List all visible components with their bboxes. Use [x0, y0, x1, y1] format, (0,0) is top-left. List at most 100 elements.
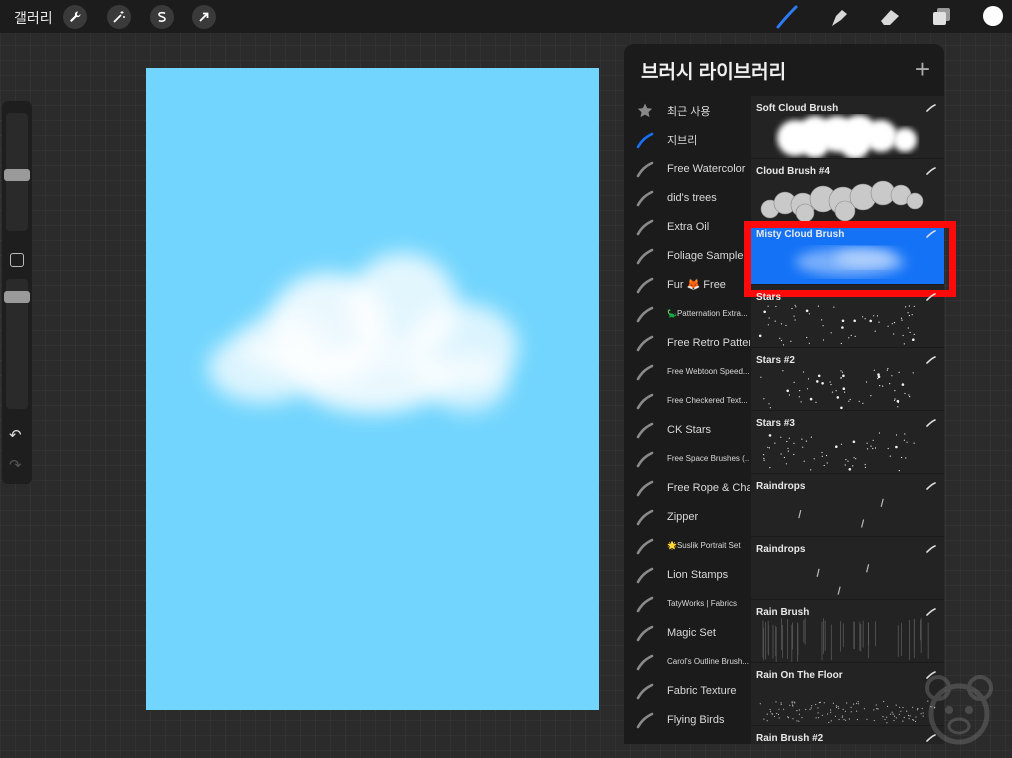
drawing-canvas[interactable]	[146, 68, 599, 710]
brush-stroke-icon	[636, 132, 654, 148]
brush-name: Rain On The Floor	[756, 670, 843, 681]
brush-stroke-icon	[636, 306, 654, 322]
brush-set-item[interactable]: did's trees	[624, 183, 750, 212]
brush-stroke-preview	[763, 432, 915, 472]
brush-item[interactable]: Rain Brush #2	[751, 726, 944, 744]
brush-set-item[interactable]: Magic Set	[624, 618, 750, 647]
brush-set-item[interactable]: Fur 🦊 Free	[624, 270, 750, 299]
brush-item-selected[interactable]: Misty Cloud Brush	[751, 222, 944, 285]
gallery-button[interactable]: 갤러리	[14, 8, 53, 28]
brush-stroke-icon	[926, 104, 936, 112]
opacity-handle[interactable]	[4, 291, 30, 303]
brush-item[interactable]: Rain Brush	[751, 600, 944, 663]
brush-name: Soft Cloud Brush	[756, 103, 839, 114]
brush-set-item[interactable]: Zipper	[624, 502, 750, 531]
brush-set-label: 🦕Patternation Extra...	[667, 309, 748, 318]
eraser-icon	[881, 10, 899, 25]
brush-set-label: Free Retro Pattern	[667, 336, 750, 349]
layers-button[interactable]	[929, 4, 955, 30]
brush-set-label: TatyWorks | Fabrics	[667, 599, 737, 608]
brush-set-label: CK Stars	[667, 423, 712, 436]
smudge-tool-button[interactable]	[826, 4, 852, 30]
brush-set-item[interactable]: Carol's Outline Brush...	[624, 647, 750, 676]
modify-button[interactable]	[10, 253, 24, 267]
brush-name: Cloud Brush #4	[756, 166, 830, 177]
brush-stroke-icon	[636, 567, 654, 583]
brush-set-item[interactable]: 🦕Patternation Extra...	[624, 299, 750, 328]
brush-set-item[interactable]: Foliage Sample	[624, 241, 750, 270]
brush-stroke-icon	[636, 364, 654, 380]
brush-name: Stars	[756, 292, 782, 303]
brush-stroke-preview	[760, 180, 924, 221]
brush-set-label: Fur 🦊 Free	[667, 279, 726, 291]
brush-stroke-icon	[636, 538, 654, 554]
brush-item[interactable]: Raindrops	[751, 537, 944, 600]
brush-stroke-icon	[636, 625, 654, 641]
brush-stroke-icon	[926, 482, 936, 490]
brush-item[interactable]: Cloud Brush #4	[751, 159, 944, 222]
brush-set-item[interactable]: Flying Birds	[624, 705, 750, 734]
brush-set-label: Free Space Brushes (...	[667, 454, 750, 463]
brush-stroke-icon	[636, 248, 654, 264]
brush-item[interactable]: Raindrops	[751, 474, 944, 537]
panel-title: 브러시 라이브러리	[641, 62, 787, 83]
brush-stroke-icon	[636, 190, 654, 206]
brush-set-label: Extra Oil	[667, 220, 710, 233]
brush-set-item[interactable]: 🌟Suslik Portrait Set	[624, 531, 750, 560]
brush-item[interactable]: Stars #2	[751, 348, 944, 411]
brush-tool-button[interactable]	[774, 4, 800, 30]
brush-set-item[interactable]: Fabric Texture	[624, 676, 750, 705]
brush-stroke-preview	[816, 564, 870, 595]
brush-item[interactable]: Soft Cloud Brush	[751, 96, 944, 159]
brush-stroke-icon	[636, 683, 654, 699]
wrench-icon	[70, 11, 81, 22]
brush-set-label: 지브리	[667, 134, 698, 147]
brush-set-item[interactable]: Free Space Brushes (...	[624, 444, 750, 473]
brush-set-item[interactable]: TatyWorks | Fabrics	[624, 589, 750, 618]
star-icon	[637, 103, 653, 117]
brush-set-item[interactable]: Free Webtoon Speed...	[624, 357, 750, 386]
redo-icon[interactable]: ↷	[9, 456, 22, 474]
actions-button[interactable]	[63, 5, 87, 29]
brush-set-item[interactable]: Extra Oil	[624, 212, 750, 241]
brush-library-panel: 브러시 라이브러리 + 최근 사용지브리 Free Watercolor did's…	[624, 44, 944, 744]
brush-size-handle[interactable]	[4, 169, 30, 181]
brush-set-item[interactable]: Free Watercolor	[624, 154, 750, 183]
color-picker-button[interactable]	[983, 6, 1003, 26]
adjustments-button[interactable]	[107, 5, 131, 29]
brush-set-label: Carol's Outline Brush...	[667, 657, 750, 666]
brush-stroke-icon	[636, 654, 654, 670]
brush-set-item[interactable]: Free Rope & Chain	[624, 473, 750, 502]
smudge-icon	[832, 10, 847, 26]
brush-set-item[interactable]: 최근 사용	[624, 96, 750, 125]
brush-set-item[interactable]: Free Retro Pattern	[624, 328, 750, 357]
add-brush-button[interactable]: +	[915, 54, 930, 85]
brush-stroke-preview	[795, 248, 905, 276]
brush-set-item[interactable]: Lion Stamps	[624, 560, 750, 589]
brush-stroke-preview	[759, 700, 936, 724]
brush-set-item[interactable]: CK Stars	[624, 415, 750, 444]
brush-stroke-icon	[926, 419, 936, 427]
eraser-tool-button[interactable]	[877, 4, 903, 30]
brush-stroke-icon	[636, 219, 654, 235]
brush-set-item[interactable]: Free Checkered Text...	[624, 386, 750, 415]
brush-set-label: Free Rope & Chain	[667, 481, 750, 494]
brush-set-label: Free Webtoon Speed...	[667, 367, 750, 376]
brush-stroke-icon	[926, 734, 936, 742]
brush-stroke-icon	[636, 509, 654, 525]
brush-stroke-preview	[762, 618, 929, 662]
brush-stroke-icon	[926, 356, 936, 364]
brush-item[interactable]: Rain On The Floor	[751, 663, 944, 726]
brush-stroke-icon	[926, 608, 936, 616]
side-bar: ↶ ↷	[2, 101, 32, 484]
brush-name: Rain Brush	[756, 607, 810, 618]
brush-item[interactable]: Stars	[751, 285, 944, 348]
undo-icon[interactable]: ↶	[9, 426, 22, 444]
brush-stroke-icon	[636, 393, 654, 409]
brush-name: Stars #2	[756, 355, 795, 366]
selection-button[interactable]	[150, 5, 174, 29]
transform-button[interactable]	[192, 5, 216, 29]
brush-stroke-preview	[777, 115, 917, 158]
brush-set-item[interactable]: 지브리	[624, 125, 750, 154]
brush-item[interactable]: Stars #3	[751, 411, 944, 474]
